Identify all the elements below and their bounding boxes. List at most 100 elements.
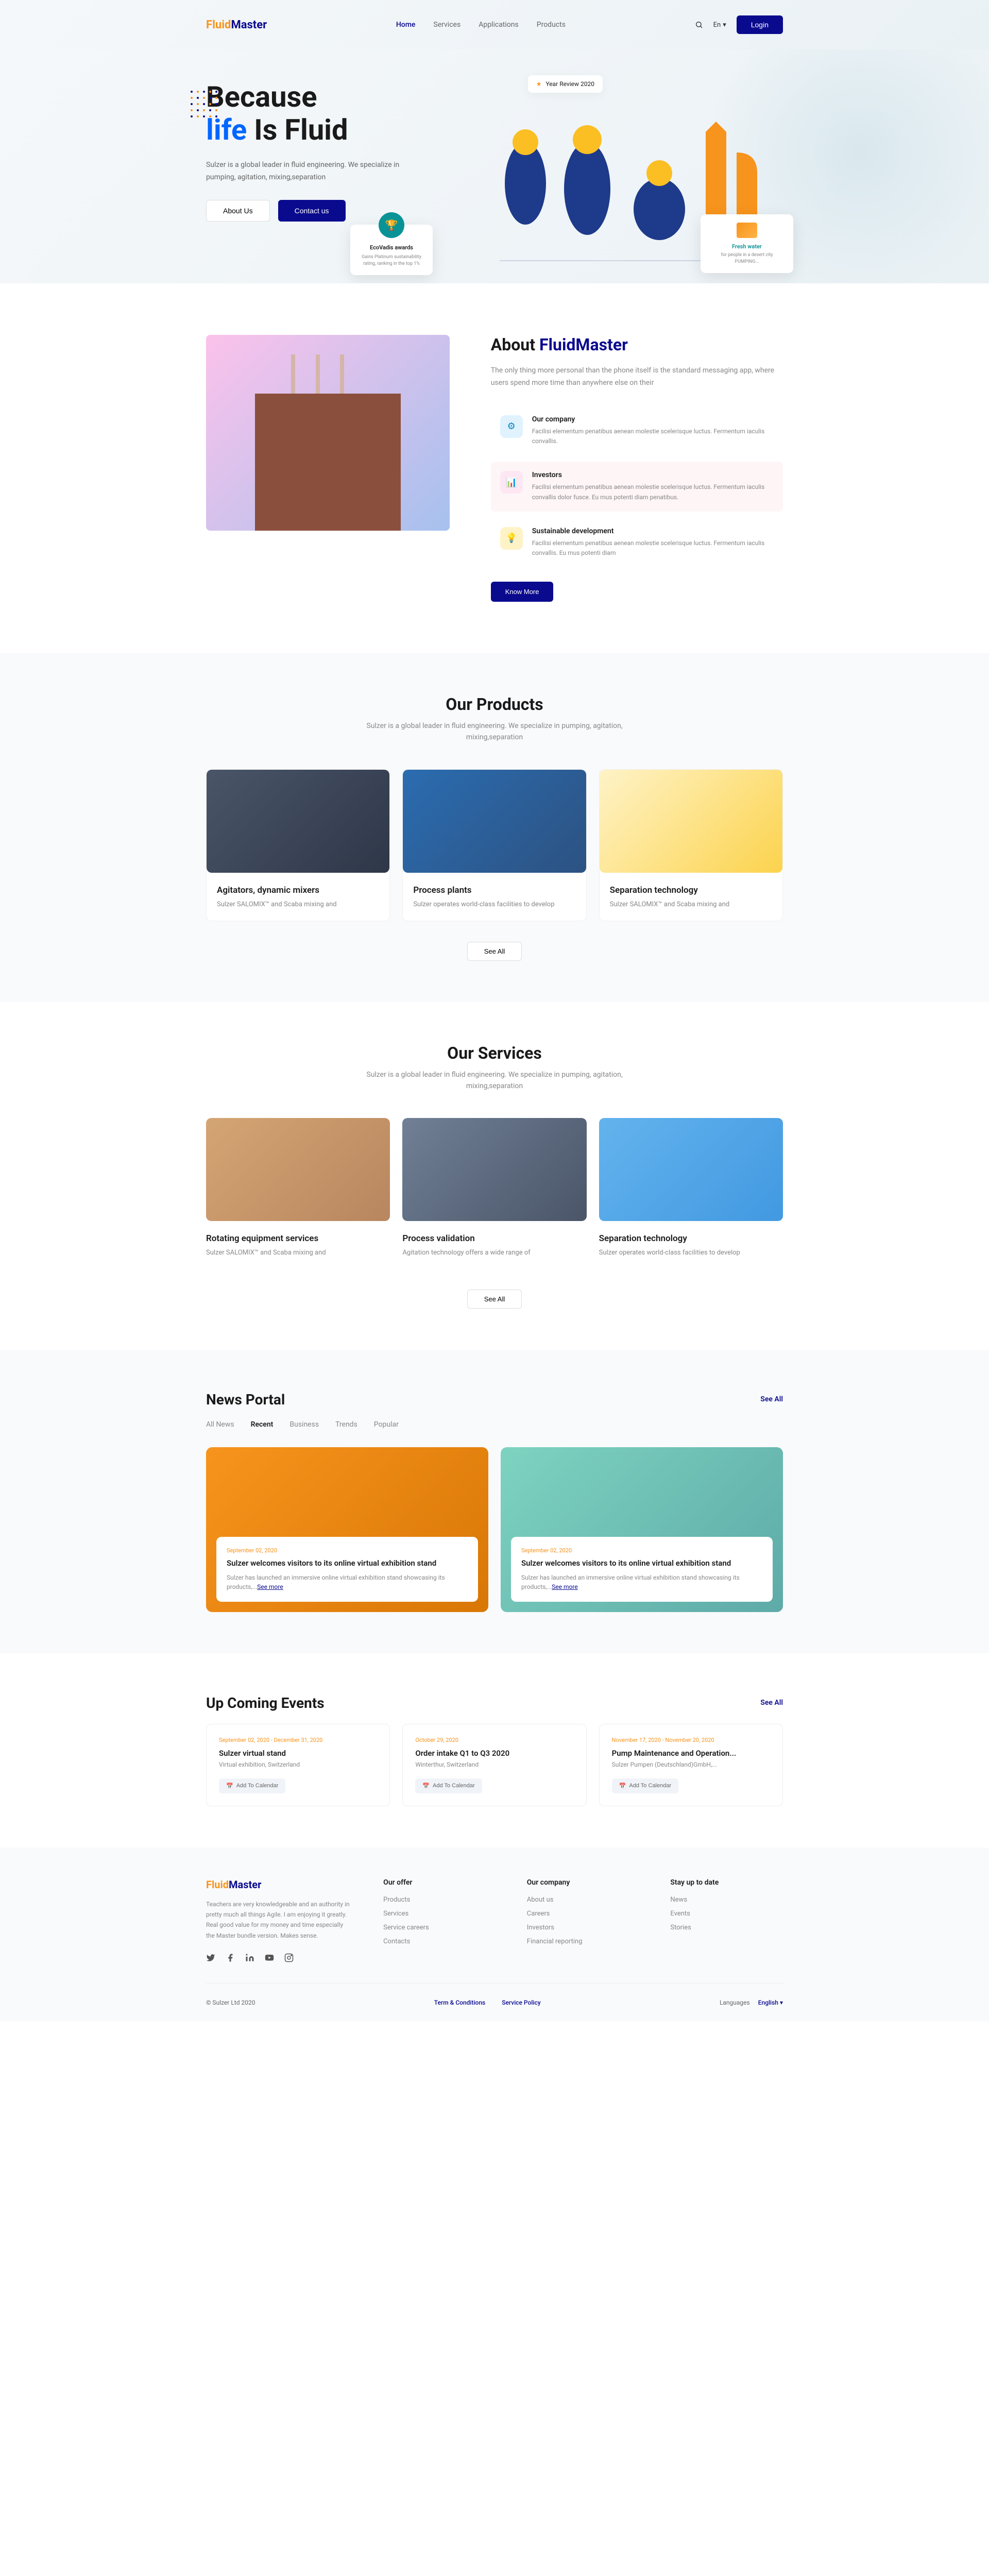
product-card-agitators[interactable]: Agitators, dynamic mixers Sulzer SALOMIX… (206, 769, 390, 921)
products-subtitle: Sulzer is a global leader in fluid engin… (366, 720, 623, 743)
services-see-all-button[interactable]: See All (467, 1290, 522, 1309)
service-desc: Agitation technology offers a wide range… (402, 1249, 586, 1257)
news-card[interactable]: September 02, 2020 Sulzer welcomes visit… (501, 1447, 783, 1612)
news-see-all-link[interactable]: See All (760, 1395, 783, 1403)
feature-investors[interactable]: 📊 Investors Facilisi elementum penatibus… (491, 462, 783, 511)
nav-applications[interactable]: Applications (479, 21, 519, 29)
logo-fluid: Fluid (206, 19, 231, 31)
tab-trends[interactable]: Trends (335, 1420, 357, 1431)
water-icon (737, 223, 757, 238)
hero-title-line1: Because (206, 80, 317, 114)
award-left-desc: Gains Platinum sustainability rating, ra… (359, 254, 424, 267)
footer-col-company: Our company About us Careers Investors F… (527, 1878, 640, 1963)
events-section: Up Coming Events See All September 02, 2… (0, 1653, 989, 1848)
footer-link-products[interactable]: Products (383, 1896, 496, 1904)
news-item-title: Sulzer welcomes visitors to its online v… (227, 1558, 468, 1569)
service-card-separation[interactable]: Separation technology Sulzer operates wo… (599, 1118, 783, 1269)
service-policy-link[interactable]: Service Policy (502, 1999, 540, 2006)
product-image (403, 770, 586, 873)
twitter-icon[interactable] (206, 1953, 215, 1962)
decorative-dots (191, 91, 217, 117)
news-title: News Portal (206, 1391, 285, 1408)
footer-link-careers[interactable]: Careers (527, 1910, 640, 1918)
footer-logo[interactable]: FluidMaster (206, 1878, 352, 1891)
see-more-link[interactable]: See more (257, 1583, 283, 1590)
tab-recent[interactable]: Recent (251, 1420, 274, 1431)
footer-link-about[interactable]: About us (527, 1896, 640, 1904)
feature-company[interactable]: ⚙ Our company Facilisi elementum penatib… (491, 406, 783, 455)
footer-link-financial[interactable]: Financial reporting (527, 1938, 640, 1945)
feature-investors-title: Investors (532, 471, 774, 479)
nav-services[interactable]: Services (433, 21, 461, 29)
copyright: © Sulzer Ltd 2020 (206, 1999, 255, 2006)
nav-home[interactable]: Home (396, 21, 416, 29)
add-calendar-button[interactable]: 📅Add To Calendar (219, 1778, 285, 1793)
events-see-all-link[interactable]: See All (760, 1699, 783, 1707)
linkedin-icon[interactable] (245, 1953, 254, 1962)
product-card-process[interactable]: Process plants Sulzer operates world-cla… (402, 769, 586, 921)
services-subtitle: Sulzer is a global leader in fluid engin… (366, 1069, 623, 1092)
tab-business[interactable]: Business (289, 1420, 319, 1431)
login-button[interactable]: Login (737, 15, 783, 34)
award-icon: 🏆 (379, 212, 404, 238)
see-more-link[interactable]: See more (552, 1583, 578, 1590)
footer-link-investors[interactable]: Investors (527, 1924, 640, 1931)
language-selector[interactable]: En ▾ (713, 21, 726, 29)
hero-section: ★ Year Review 2020 Because life Is Fluid… (0, 49, 989, 283)
calendar-icon: 📅 (619, 1783, 626, 1789)
add-calendar-button[interactable]: 📅Add To Calendar (612, 1778, 678, 1793)
service-card-validation[interactable]: Process validation Agitation technology … (402, 1118, 586, 1269)
know-more-button[interactable]: Know More (491, 582, 554, 602)
footer-link-stories[interactable]: Stories (670, 1924, 783, 1931)
facebook-icon[interactable] (226, 1953, 235, 1962)
event-title: Order intake Q1 to Q3 2020 (415, 1749, 573, 1758)
footer-link-news[interactable]: News (670, 1896, 783, 1904)
add-calendar-button[interactable]: 📅Add To Calendar (415, 1778, 482, 1793)
youtube-icon[interactable] (265, 1953, 274, 1962)
about-us-button[interactable]: About Us (206, 200, 270, 222)
contact-us-button[interactable]: Contact us (278, 200, 346, 222)
news-excerpt: Sulzer has launched an immersive online … (521, 1573, 762, 1591)
nav-products[interactable]: Products (537, 21, 566, 29)
footer-link-contacts[interactable]: Contacts (383, 1938, 496, 1945)
service-desc: Sulzer SALOMIX™ and Scaba mixing and (206, 1249, 390, 1257)
event-card: September 02, 2020 - December 31, 2020 S… (206, 1724, 390, 1806)
news-date: September 02, 2020 (521, 1547, 762, 1554)
search-icon[interactable] (695, 21, 703, 29)
event-date: October 29, 2020 (415, 1737, 573, 1743)
products-title: Our Products (206, 694, 783, 714)
hero-illustration: Fresh water for people in a desert city … (474, 80, 783, 283)
footer-desc: Teachers are very knowledgeable and an a… (206, 1899, 352, 1941)
nav-links: Home Services Applications Products (396, 21, 566, 29)
product-card-separation[interactable]: Separation technology Sulzer SALOMIX™ an… (599, 769, 783, 921)
hero-subtitle: Sulzer is a global leader in fluid engin… (206, 159, 412, 184)
main-nav: FluidMaster Home Services Applications P… (206, 15, 783, 34)
footer-stay-title: Stay up to date (670, 1878, 783, 1887)
service-card-rotating[interactable]: Rotating equipment services Sulzer SALOM… (206, 1118, 390, 1269)
product-desc: Sulzer SALOMIX™ and Scaba mixing and (217, 901, 379, 908)
tab-popular[interactable]: Popular (374, 1420, 399, 1431)
news-section: News Portal See All All News Recent Busi… (0, 1350, 989, 1653)
footer-col-stay: Stay up to date News Events Stories (670, 1878, 783, 1963)
about-section: About FluidMaster The only thing more pe… (0, 283, 989, 653)
service-image (599, 1118, 783, 1221)
logo[interactable]: FluidMaster (206, 19, 267, 31)
instagram-icon[interactable] (284, 1953, 294, 1962)
award-right-title: Fresh water (709, 243, 785, 250)
footer-link-events[interactable]: Events (670, 1910, 783, 1918)
lang-selector[interactable]: English ▾ (758, 1999, 783, 2006)
footer-link-service-careers[interactable]: Service careers (383, 1924, 496, 1931)
services-section: Our Services Sulzer is a global leader i… (0, 1002, 989, 1350)
products-see-all-button[interactable]: See All (467, 942, 522, 961)
service-title: Separation technology (599, 1233, 783, 1244)
services-title: Our Services (206, 1043, 783, 1063)
footer-offer-title: Our offer (383, 1878, 496, 1887)
feature-sustainable[interactable]: 💡 Sustainable development Facilisi eleme… (491, 518, 783, 567)
terms-link[interactable]: Term & Conditions (434, 1999, 485, 2006)
calendar-icon: 📅 (226, 1783, 233, 1789)
footer-col-offer: Our offer Products Services Service care… (383, 1878, 496, 1963)
footer-link-services[interactable]: Services (383, 1910, 496, 1918)
about-title: About FluidMaster (491, 335, 783, 354)
news-card[interactable]: September 02, 2020 Sulzer welcomes visit… (206, 1447, 488, 1612)
tab-all-news[interactable]: All News (206, 1420, 234, 1431)
